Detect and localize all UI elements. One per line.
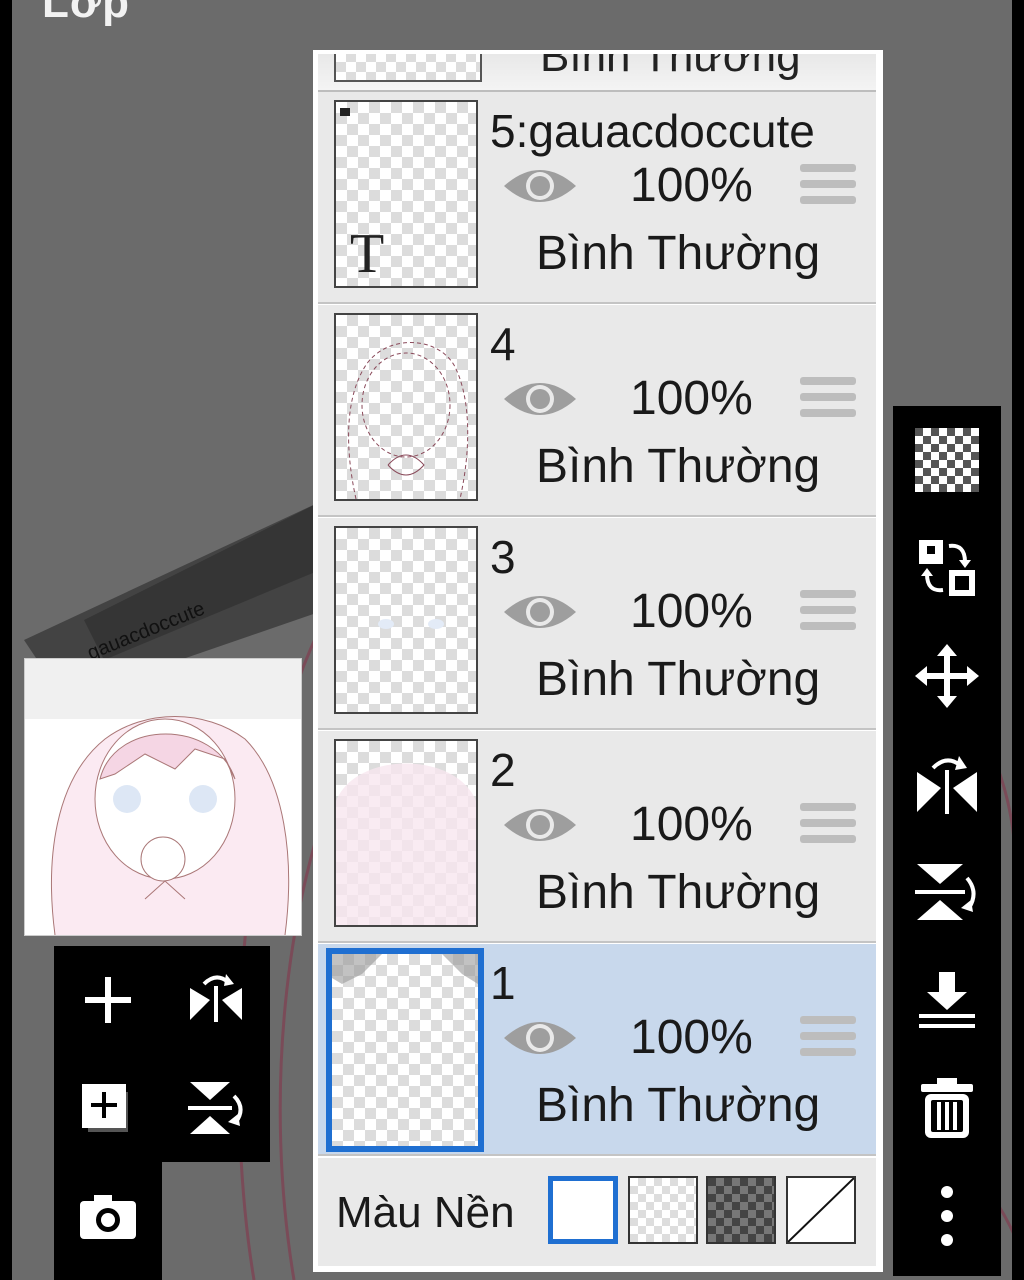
- move-icon: [915, 644, 979, 708]
- background-transparent-swatch[interactable]: [628, 1176, 698, 1244]
- drag-handle-icon[interactable]: [800, 164, 856, 210]
- layer-blend-mode[interactable]: Bình Thường: [536, 226, 820, 281]
- flip-vertical-button[interactable]: [893, 838, 1001, 946]
- delete-icon: [921, 1078, 973, 1138]
- layer-name: 1: [490, 957, 516, 1009]
- left-toolbar-bottom: [54, 1162, 162, 1280]
- background-color-label: Màu Nền: [336, 1188, 515, 1237]
- flip-vertical-button[interactable]: [162, 1054, 270, 1162]
- background-white-swatch[interactable]: [548, 1176, 618, 1244]
- visibility-eye-icon[interactable]: [502, 160, 578, 212]
- add-layer-button[interactable]: [54, 946, 162, 1054]
- layer-blend-mode[interactable]: Bình Thường: [536, 652, 820, 707]
- flip-horizontal-icon: [190, 974, 242, 1022]
- right-toolbar: [893, 406, 1001, 1276]
- visibility-eye-icon[interactable]: [502, 586, 578, 638]
- canvas-preview: [24, 658, 302, 936]
- layer-opacity[interactable]: 100%: [630, 584, 753, 639]
- flip-horizontal-icon: [917, 756, 977, 814]
- layer-thumbnail: T: [334, 100, 478, 288]
- layer-opacity[interactable]: 100%: [630, 797, 753, 852]
- layer-name: 2: [490, 744, 516, 796]
- more-options-button[interactable]: [893, 1162, 1001, 1270]
- drag-handle-icon[interactable]: [800, 377, 856, 423]
- layer-thumbnail: [334, 739, 478, 927]
- flip-horizontal-button[interactable]: [162, 946, 270, 1054]
- layer-thumbnail: [334, 313, 478, 501]
- duplicate-layer-icon: [82, 1084, 128, 1132]
- duplicate-layer-button[interactable]: [54, 1054, 162, 1162]
- swap-layers-icon: [919, 540, 975, 596]
- background-color-row: Màu Nền: [318, 1158, 876, 1266]
- text-layer-glyph: T: [350, 223, 385, 285]
- layer-name: 3: [490, 531, 516, 583]
- delete-layer-button[interactable]: [893, 1054, 1001, 1162]
- layer-row[interactable]: 3 100% Bình Thường: [318, 518, 876, 730]
- layer-name: 4: [490, 318, 516, 370]
- layer-thumbnail: [326, 948, 484, 1152]
- drag-handle-icon[interactable]: [800, 1016, 856, 1062]
- background-dark-checker-swatch[interactable]: [706, 1176, 776, 1244]
- layer-row[interactable]: T 5:gauacdoccute 100% Bình Thường: [318, 92, 876, 304]
- layer-row[interactable]: 1 100% Bình Thường: [318, 944, 876, 1156]
- add-layer-icon: [85, 977, 131, 1023]
- page-title: Lớp: [42, 0, 131, 27]
- drag-handle-icon[interactable]: [800, 803, 856, 849]
- drag-handle-icon[interactable]: [800, 590, 856, 636]
- layer-blend-mode[interactable]: Bình Thường: [536, 865, 820, 920]
- more-icon: [941, 1186, 953, 1246]
- layer-blend-mode[interactable]: Bình Thường: [536, 439, 820, 494]
- layer-blend-mode: Bình Thường: [540, 54, 801, 81]
- swap-layers-button[interactable]: [893, 514, 1001, 622]
- layer-partial-top[interactable]: Bình Thường: [318, 54, 876, 92]
- layer-blend-mode[interactable]: Bình Thường: [536, 1078, 820, 1133]
- layer-name: 5:gauacdoccute: [490, 105, 815, 157]
- camera-button[interactable]: [54, 1162, 162, 1270]
- camera-icon: [80, 1195, 136, 1239]
- visibility-eye-icon[interactable]: [502, 799, 578, 851]
- left-toolbar: [54, 946, 270, 1162]
- merge-down-button[interactable]: [893, 946, 1001, 1054]
- visibility-eye-icon[interactable]: [502, 373, 578, 425]
- merge-down-icon: [919, 972, 975, 1028]
- transparency-button[interactable]: [893, 406, 1001, 514]
- layer-row[interactable]: 4 100% Bình Thường: [318, 305, 876, 517]
- layer-thumbnail: [334, 54, 482, 82]
- flip-horizontal-button[interactable]: [893, 730, 1001, 838]
- layer-opacity[interactable]: 100%: [630, 371, 753, 426]
- layer-thumbnail: [334, 526, 478, 714]
- layer-opacity[interactable]: 100%: [630, 158, 753, 213]
- flip-vertical-icon: [188, 1082, 243, 1134]
- flip-vertical-icon: [915, 864, 976, 920]
- move-button[interactable]: [893, 622, 1001, 730]
- transparency-icon: [915, 428, 979, 492]
- background-diagonal-swatch[interactable]: [786, 1176, 856, 1244]
- layer-row[interactable]: 2 100% Bình Thường: [318, 731, 876, 943]
- layer-opacity[interactable]: 100%: [630, 1010, 753, 1065]
- visibility-eye-icon[interactable]: [502, 1012, 578, 1064]
